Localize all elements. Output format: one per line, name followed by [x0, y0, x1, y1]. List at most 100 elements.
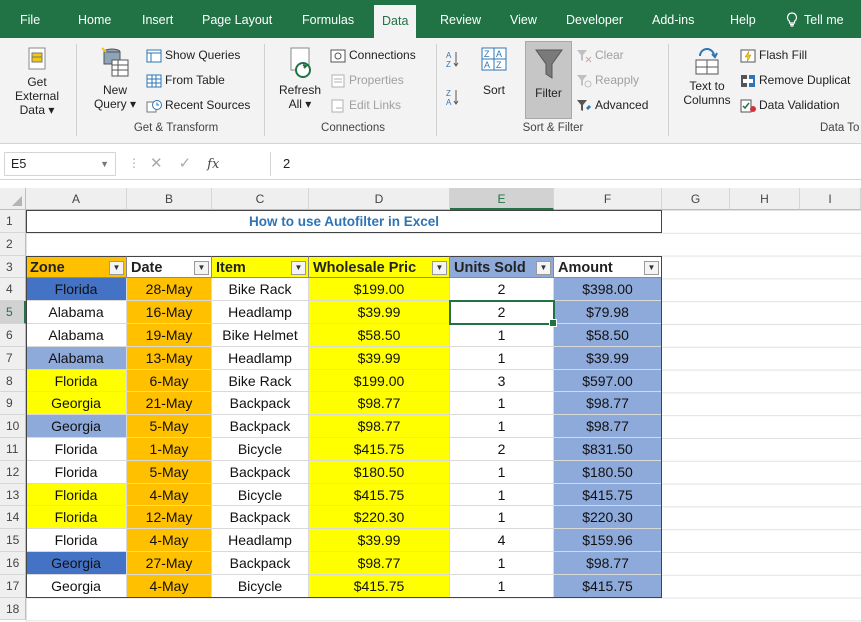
- cancel-icon[interactable]: ✕: [150, 155, 163, 172]
- column-header-f[interactable]: F: [554, 188, 662, 210]
- table-cell-date[interactable]: 27-May: [127, 552, 212, 575]
- row-header-5[interactable]: 5: [0, 301, 26, 324]
- table-cell-item[interactable]: Backpack: [212, 460, 309, 484]
- table-cell-date[interactable]: 4-May: [127, 529, 212, 552]
- advanced-filter-button[interactable]: Advanced: [576, 96, 648, 114]
- table-cell-item[interactable]: Bicycle: [212, 438, 309, 461]
- column-header-e[interactable]: E: [450, 188, 554, 210]
- row-header-16[interactable]: 16: [0, 552, 26, 575]
- table-cell-date[interactable]: 19-May: [127, 324, 212, 347]
- table-cell-item[interactable]: Bicycle: [212, 574, 309, 598]
- column-header-h[interactable]: H: [730, 188, 800, 210]
- row-header-6[interactable]: 6: [0, 324, 26, 347]
- table-header-cell[interactable]: Amount ▼: [554, 255, 662, 279]
- row-header-4[interactable]: 4: [0, 278, 26, 302]
- table-cell-zone[interactable]: Alabama: [26, 301, 127, 324]
- table-cell-amount[interactable]: $415.75: [554, 574, 662, 598]
- table-cell-price[interactable]: $39.99: [309, 529, 450, 552]
- sort-a-to-z-button[interactable]: AZ: [446, 50, 460, 69]
- column-header-g[interactable]: G: [662, 188, 730, 210]
- table-cell-price[interactable]: $415.75: [309, 438, 450, 461]
- table-cell-price[interactable]: $180.50: [309, 460, 450, 484]
- row-header-14[interactable]: 14: [0, 506, 26, 530]
- column-header-d[interactable]: D: [309, 188, 450, 210]
- edit-links-button[interactable]: Edit Links: [330, 96, 401, 114]
- table-cell-units[interactable]: 2: [450, 301, 554, 324]
- filter-dropdown-icon[interactable]: ▼: [536, 260, 551, 275]
- table-cell-price[interactable]: $98.77: [309, 392, 450, 416]
- table-cell-price[interactable]: $58.50: [309, 324, 450, 347]
- table-cell-units[interactable]: 1: [450, 506, 554, 530]
- table-cell-item[interactable]: Backpack: [212, 392, 309, 416]
- row-header-10[interactable]: 10: [0, 415, 26, 438]
- tab-review[interactable]: Review: [432, 0, 489, 38]
- table-cell-units[interactable]: 1: [450, 415, 554, 438]
- row-header-1[interactable]: 1: [0, 210, 26, 233]
- table-cell-item[interactable]: Bike Helmet: [212, 324, 309, 347]
- filter-dropdown-icon[interactable]: ▼: [109, 260, 124, 275]
- table-cell-date[interactable]: 4-May: [127, 483, 212, 507]
- row-header-2[interactable]: 2: [0, 232, 26, 256]
- table-cell-date[interactable]: 12-May: [127, 506, 212, 530]
- table-cell-units[interactable]: 1: [450, 483, 554, 507]
- formula-input[interactable]: 2: [270, 152, 861, 176]
- table-cell-price[interactable]: $98.77: [309, 415, 450, 438]
- row-header-13[interactable]: 13: [0, 483, 26, 507]
- table-cell-price[interactable]: $39.99: [309, 301, 450, 324]
- enter-icon[interactable]: ✓: [179, 155, 192, 172]
- table-cell-amount[interactable]: $180.50: [554, 460, 662, 484]
- table-cell-zone[interactable]: Florida: [26, 369, 127, 393]
- filter-dropdown-icon[interactable]: ▼: [644, 260, 659, 275]
- table-cell-price[interactable]: $39.99: [309, 346, 450, 370]
- table-header-cell[interactable]: Wholesale Pric ▼: [309, 255, 450, 279]
- table-cell-item[interactable]: Backpack: [212, 552, 309, 575]
- recent-sources-button[interactable]: Recent Sources: [146, 96, 250, 114]
- table-cell-amount[interactable]: $220.30: [554, 506, 662, 530]
- table-cell-price[interactable]: $199.00: [309, 278, 450, 302]
- tab-formulas[interactable]: Formulas: [294, 0, 362, 38]
- table-cell-units[interactable]: 2: [450, 278, 554, 302]
- row-header-7[interactable]: 7: [0, 346, 26, 370]
- reapply-button[interactable]: Reapply: [576, 71, 639, 89]
- row-header-11[interactable]: 11: [0, 438, 26, 461]
- row-header-17[interactable]: 17: [0, 574, 26, 598]
- tab-view[interactable]: View: [502, 0, 545, 38]
- table-cell-zone[interactable]: Florida: [26, 506, 127, 530]
- table-cell-amount[interactable]: $831.50: [554, 438, 662, 461]
- table-cell-date[interactable]: 16-May: [127, 301, 212, 324]
- from-table-button[interactable]: From Table: [146, 71, 225, 89]
- table-cell-price[interactable]: $199.00: [309, 369, 450, 393]
- tab-developer[interactable]: Developer: [558, 0, 631, 38]
- table-cell-price[interactable]: $98.77: [309, 552, 450, 575]
- select-all-button[interactable]: [0, 188, 26, 210]
- table-cell-zone[interactable]: Florida: [26, 483, 127, 507]
- table-cell-item[interactable]: Bike Rack: [212, 278, 309, 302]
- sort-button[interactable]: ZAAZ Sort: [474, 46, 514, 97]
- row-header-15[interactable]: 15: [0, 529, 26, 552]
- table-cell-item[interactable]: Headlamp: [212, 301, 309, 324]
- clear-filter-button[interactable]: Clear: [576, 46, 624, 64]
- flash-fill-button[interactable]: Flash Fill: [740, 46, 807, 64]
- table-cell-item[interactable]: Headlamp: [212, 529, 309, 552]
- table-cell-item[interactable]: Backpack: [212, 415, 309, 438]
- row-header-18[interactable]: 18: [0, 597, 26, 621]
- table-cell-zone[interactable]: Florida: [26, 529, 127, 552]
- table-cell-amount[interactable]: $398.00: [554, 278, 662, 302]
- filter-button[interactable]: Filter: [525, 41, 572, 119]
- tab-help[interactable]: Help: [722, 0, 764, 38]
- table-header-cell[interactable]: Date ▼: [127, 255, 212, 279]
- table-cell-units[interactable]: 2: [450, 438, 554, 461]
- name-box[interactable]: E5 ▼: [4, 152, 116, 176]
- table-cell-price[interactable]: $415.75: [309, 574, 450, 598]
- table-cell-item[interactable]: Bike Rack: [212, 369, 309, 393]
- remove-duplicates-button[interactable]: Remove Duplicat: [740, 71, 850, 89]
- table-cell-zone[interactable]: Florida: [26, 278, 127, 302]
- sheet-title[interactable]: How to use Autofilter in Excel: [26, 210, 662, 233]
- tab-insert[interactable]: Insert: [134, 0, 181, 38]
- show-queries-button[interactable]: Show Queries: [146, 46, 240, 64]
- column-header-b[interactable]: B: [127, 188, 212, 210]
- tab-page-layout[interactable]: Page Layout: [194, 0, 280, 38]
- table-cell-zone[interactable]: Florida: [26, 438, 127, 461]
- table-cell-zone[interactable]: Georgia: [26, 552, 127, 575]
- row-header-9[interactable]: 9: [0, 392, 26, 416]
